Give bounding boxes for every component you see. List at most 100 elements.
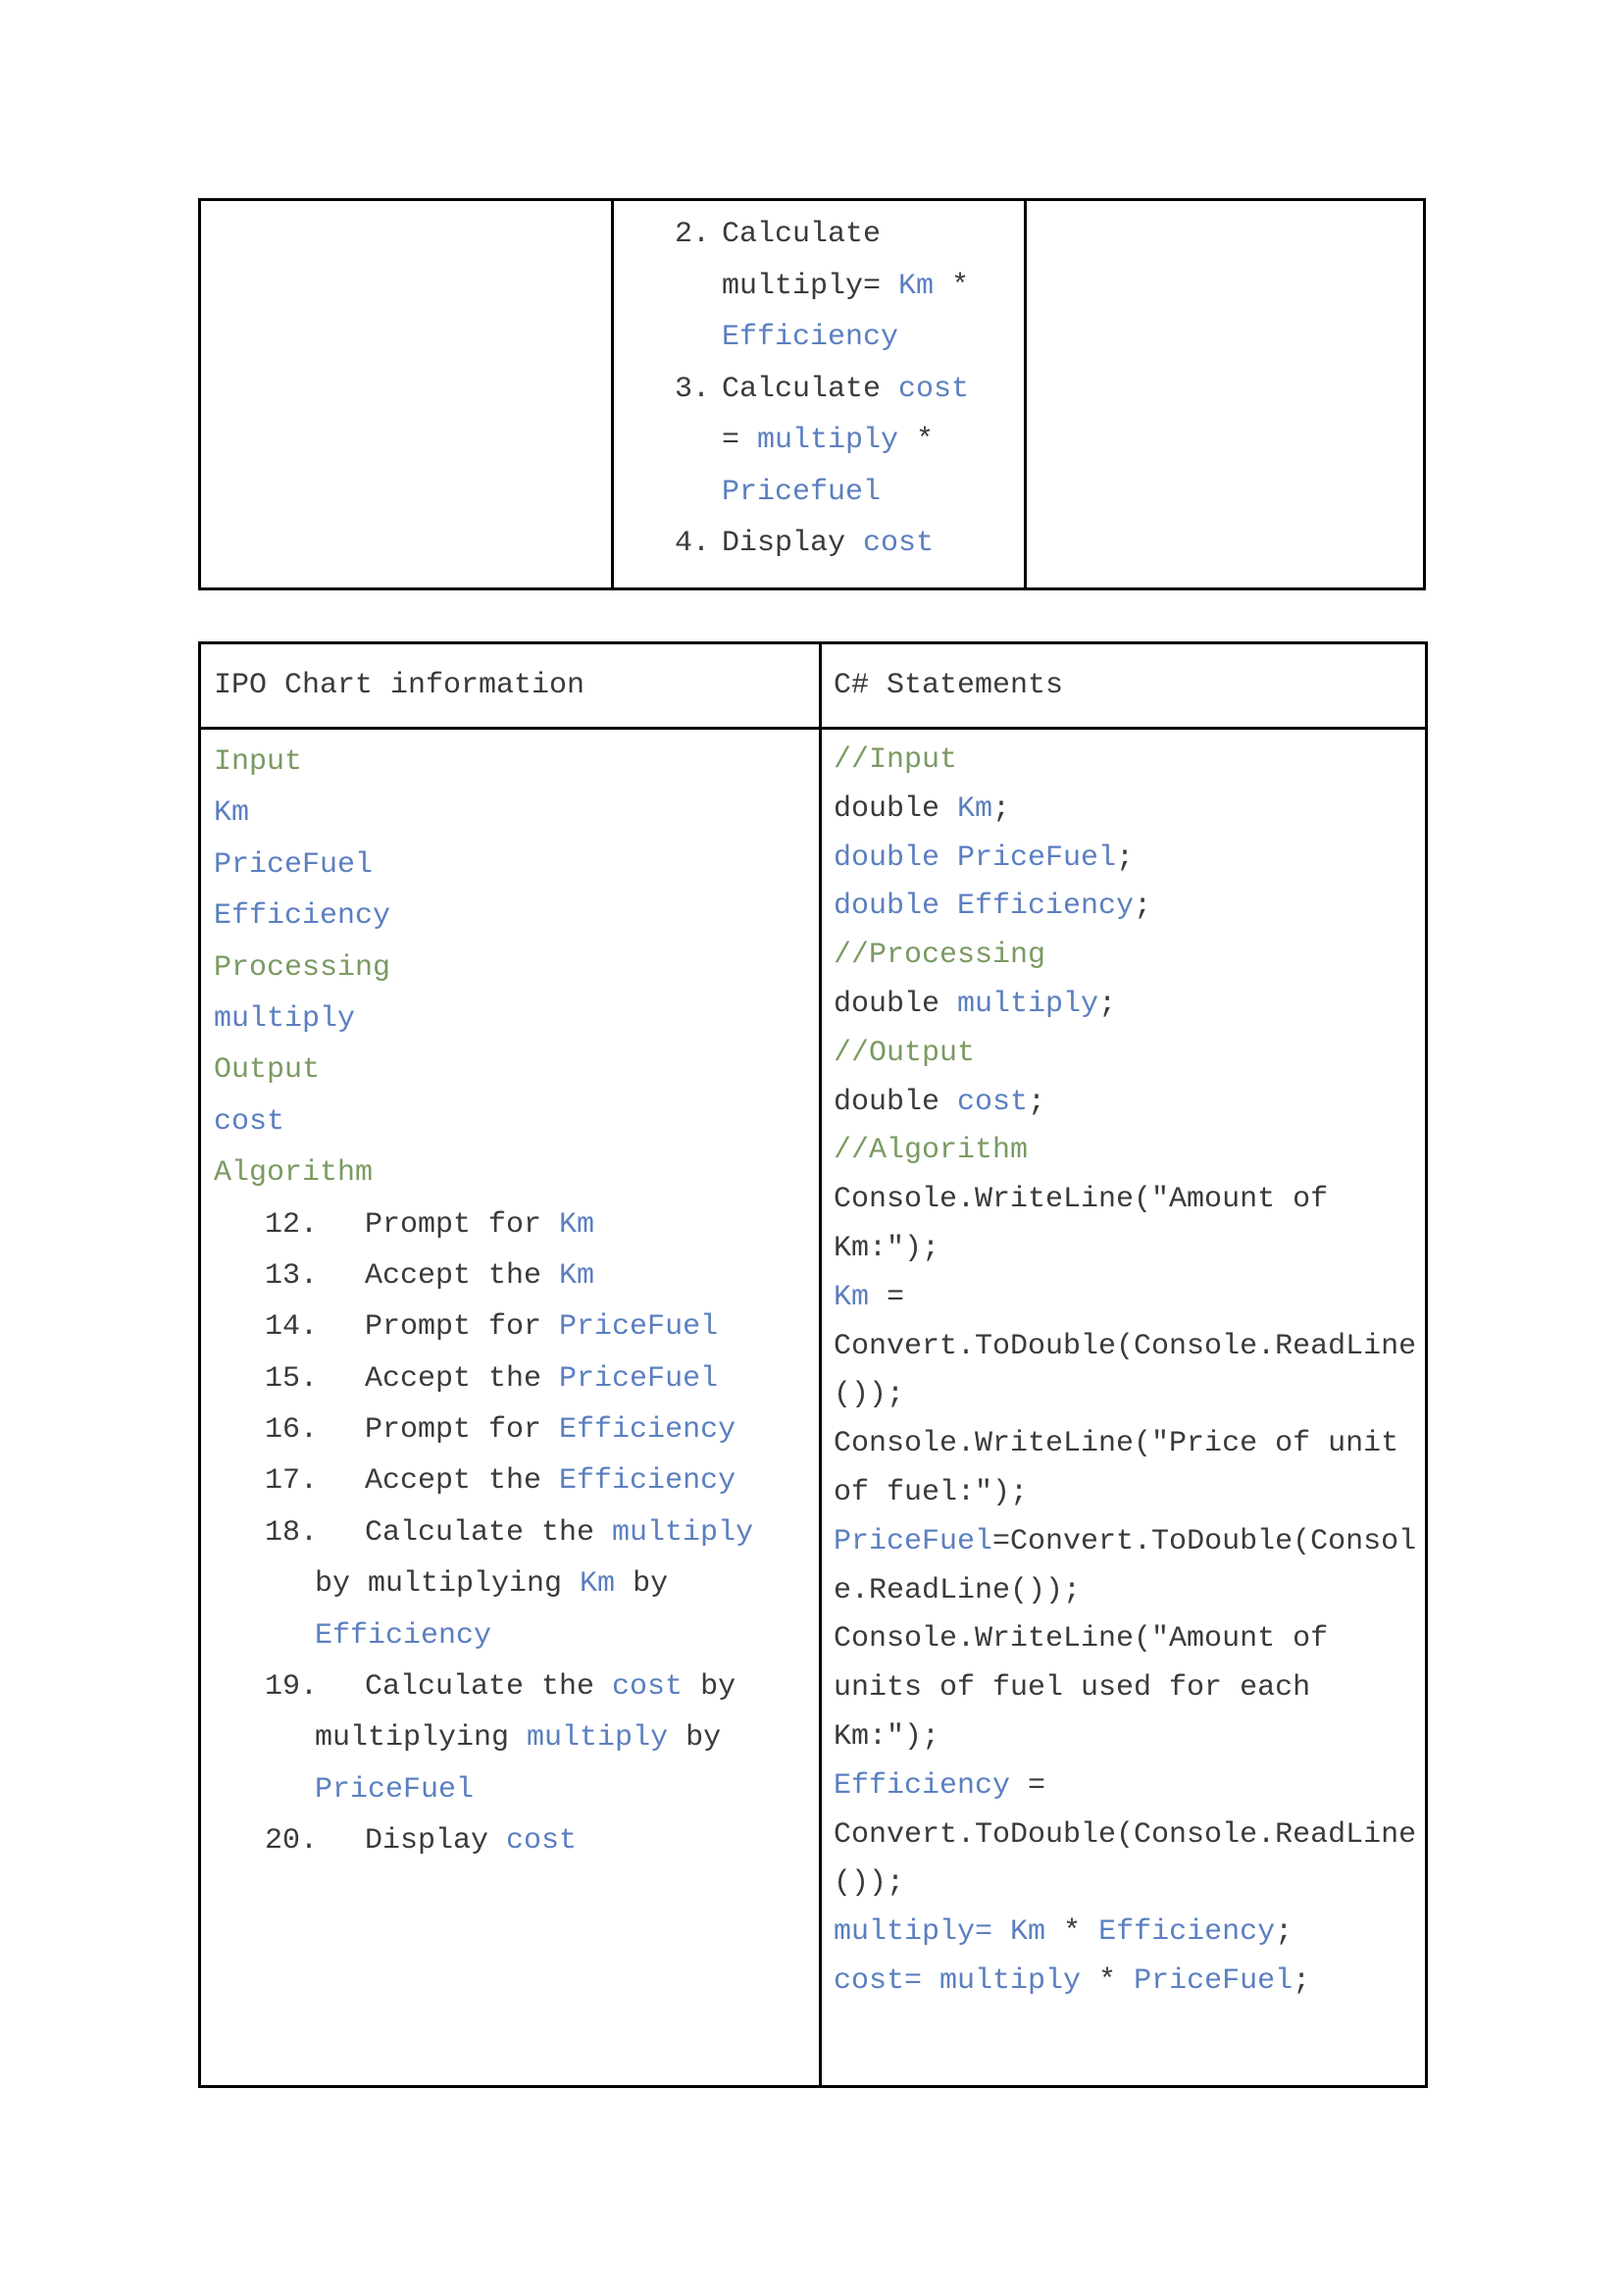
text-segment: Efficiency [722, 321, 899, 354]
ipo-item: PriceFuel [214, 847, 374, 882]
step-number: 19. [265, 1670, 319, 1705]
text-segment: units of fuel used for each [834, 1671, 1311, 1706]
text-segment: multiply [527, 1721, 669, 1756]
step-text-line: by multiplying Km by [214, 1558, 812, 1609]
text-segment: multiply [757, 424, 899, 457]
step-number: 16. [265, 1413, 319, 1448]
step-text-line: Calculate cost [722, 364, 969, 416]
algorithm-step: 16. Prompt for Efficiency [214, 1404, 812, 1455]
text-segment: Efficiency [559, 1464, 736, 1499]
code-line: ()); [834, 1371, 1422, 1420]
column-divider [819, 644, 822, 2085]
text-segment: //Algorithm [834, 1134, 1029, 1168]
text-segment: multiply= [722, 269, 899, 303]
step-number: 12. [265, 1207, 319, 1242]
text-segment: Display [722, 527, 864, 560]
algorithm-step: 19. Calculate the cost by multiplying mult… [214, 1661, 812, 1815]
code-line: Km:"); [834, 1225, 1422, 1274]
text-segment: ; [1275, 1915, 1294, 1950]
algorithm-step: 18. Calculate the multiply by multiplying … [214, 1507, 812, 1661]
text-segment: Prompt for [365, 1207, 560, 1242]
step-text-line: Efficiency [722, 312, 969, 364]
text-segment: Prompt for [365, 1310, 560, 1345]
text-segment: by [615, 1567, 669, 1602]
ipo-item: Algorithm [214, 1156, 374, 1191]
text-segment: ()); [834, 1866, 905, 1901]
step-number: 4. [675, 527, 711, 560]
text-segment: double [834, 1085, 958, 1119]
step-text-line: Display cost [722, 518, 934, 570]
code-line: cost= multiply * PriceFuel; [834, 1958, 1422, 2007]
text-segment: Pricefuel [722, 475, 882, 509]
algorithm-continuation-table: 2. Calculate multiply= Km * Efficiency 3. Cal… [198, 198, 1426, 590]
text-segment: Calculate [722, 372, 899, 406]
step-number: 13. [265, 1258, 319, 1293]
text-segment: Console.WriteLine("Price of unit [834, 1427, 1399, 1461]
step-text-line: Efficiency [214, 1610, 812, 1661]
text-segment: cost [863, 527, 935, 560]
text-segment: Km [957, 791, 993, 826]
text-segment: = [869, 1280, 905, 1314]
code-line: of fuel:"); [834, 1469, 1422, 1518]
table1-cell-left [201, 201, 614, 587]
step-number: 15. [265, 1361, 319, 1396]
algorithm-step: 13. Accept the Km [214, 1250, 812, 1301]
code-line: //Input [834, 737, 1422, 786]
text-segment: cost [957, 1085, 1029, 1119]
text-segment: Convert.ToDouble(Console.ReadLine [834, 1329, 1417, 1363]
text-segment: ()); [834, 1378, 905, 1412]
text-segment: //Processing [834, 939, 1046, 973]
text-segment: Efficiency [1098, 1915, 1276, 1950]
text-segment: Km [898, 269, 935, 303]
text-segment: ; [1028, 1085, 1046, 1119]
step-text-line: multiply= Km * [722, 261, 969, 313]
step-number: 18. [265, 1515, 319, 1550]
text-segment: double [834, 987, 958, 1021]
text-segment: * [934, 269, 970, 303]
text-segment: Efficiency [315, 1618, 492, 1653]
text-segment: Km [580, 1567, 616, 1602]
text-segment: = [722, 424, 758, 457]
ipo-item: Input [214, 745, 303, 779]
text-segment: PriceFuel [315, 1772, 475, 1807]
step-text-line: Pricefuel [722, 467, 969, 519]
text-segment: Km:"); [834, 1719, 940, 1754]
text-segment: cost= multiply [834, 1963, 1082, 1998]
code-line: double multiply; [834, 981, 1422, 1030]
text-segment: PriceFuel [559, 1361, 719, 1396]
text-segment: * [1045, 1915, 1099, 1950]
text-segment: Console.WriteLine("Amount of [834, 1622, 1329, 1657]
step-text-line: = multiply * [722, 415, 969, 467]
code-line: PriceFuel=Convert.ToDouble(Consol [834, 1518, 1422, 1567]
step-number: 14. [265, 1310, 319, 1345]
code-line: Convert.ToDouble(Console.ReadLine [834, 1323, 1422, 1372]
ipo-item: Efficiency [214, 899, 391, 934]
text-segment: Km [559, 1258, 595, 1293]
step-text-line: Calculate [722, 209, 969, 261]
text-segment: e.ReadLine()); [834, 1573, 1082, 1607]
step-text: Calculate multiply= Km * Efficiency [722, 209, 969, 364]
text-segment: Km:"); [834, 1231, 940, 1265]
text-segment: multiplying [315, 1721, 528, 1756]
text-segment: double [834, 791, 958, 826]
step-text-line: multiplying multiply by [214, 1712, 812, 1763]
step-text: Calculate cost = multiply * Pricefuel [722, 364, 969, 519]
text-segment: * [898, 424, 935, 457]
text-segment: cost [898, 372, 970, 406]
step-text: Display cost [722, 518, 934, 570]
header-csharp-statements: C# Statements [834, 669, 1064, 702]
algorithm-step: 15. Accept the PriceFuel [214, 1353, 812, 1404]
ipo-item: Output [214, 1053, 321, 1088]
table1-cell-right [1027, 201, 1423, 587]
code-line: Km = [834, 1274, 1422, 1323]
step-number: 2. [675, 218, 711, 251]
code-line: units of fuel used for each [834, 1664, 1422, 1713]
text-segment: PriceFuel [559, 1310, 719, 1345]
ipo-item: cost [214, 1104, 285, 1139]
text-segment: Efficiency [834, 1768, 1011, 1803]
text-segment: Prompt for [365, 1413, 560, 1448]
text-segment: Calculate the [365, 1515, 613, 1550]
text-segment: double Efficiency [834, 890, 1135, 924]
code-line: multiply= Km * Efficiency; [834, 1909, 1422, 1958]
code-line: //Algorithm [834, 1127, 1422, 1176]
